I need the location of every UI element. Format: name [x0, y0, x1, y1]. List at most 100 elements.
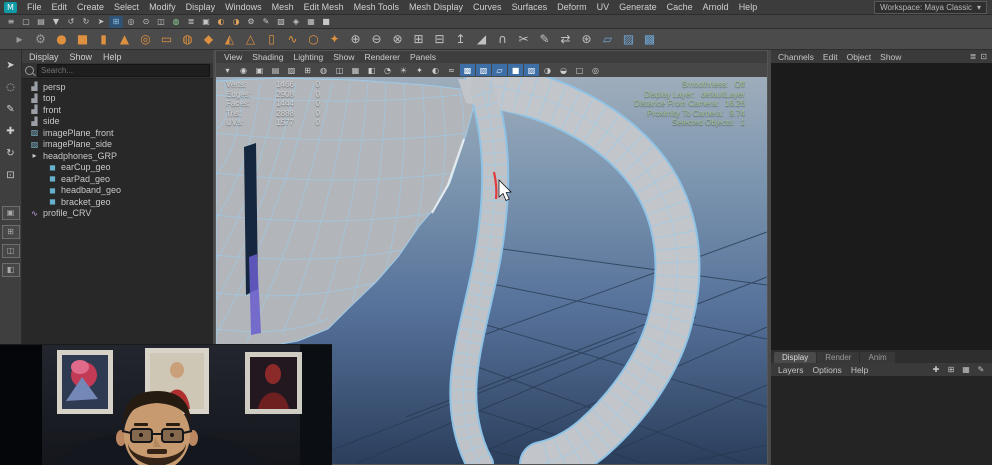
layout-four-pane[interactable]: ⊞	[1, 225, 20, 239]
layout-two-pane[interactable]: ◫	[1, 244, 20, 258]
hypershade-icon[interactable]: ◈	[289, 16, 303, 28]
render-settings-icon[interactable]: ⚙	[244, 16, 258, 28]
wireframe-on-shaded-icon[interactable]: ▱	[492, 64, 507, 76]
poly-cone-icon[interactable]: ▲	[115, 30, 134, 48]
menu-item[interactable]: Edit	[47, 2, 73, 12]
ipr-render-icon[interactable]: ◑	[229, 16, 243, 28]
outliner-item-imageplane-side[interactable]: ▨ imagePlane_side	[22, 139, 213, 151]
use-all-lights-icon[interactable]: ◑	[540, 64, 555, 76]
maya-app-icon[interactable]: M	[4, 1, 17, 13]
undo-icon[interactable]: ↺	[64, 16, 78, 28]
poly-cube-icon[interactable]: ■	[73, 30, 92, 48]
poly-torus-icon[interactable]: ◎	[136, 30, 155, 48]
new-empty-layer-button[interactable]: ⊞	[945, 365, 957, 374]
target-weld-icon[interactable]: ⊛	[577, 30, 596, 48]
snap-point-icon[interactable]: ⊙	[139, 16, 153, 28]
layer-tab-display[interactable]: Display	[774, 352, 817, 363]
open-scene-icon[interactable]: ▤	[34, 16, 48, 28]
outliner-item-side[interactable]: ▟ side	[22, 116, 213, 128]
textured-icon[interactable]: ▨	[524, 64, 539, 76]
image-plane-icon[interactable]: ▨	[284, 64, 299, 76]
lighting-icon[interactable]: ☀	[396, 64, 411, 76]
layer-tab-anim[interactable]: Anim	[860, 352, 895, 363]
new-layer-from-selected-button[interactable]: ▦	[960, 365, 972, 374]
menu-item[interactable]: Edit Mesh	[299, 2, 349, 12]
boolean-difference-icon[interactable]: ⊖	[367, 30, 386, 48]
menu-item[interactable]: UV	[592, 2, 615, 12]
outliner-item-bracket-geo[interactable]: ◼ bracket_geo	[22, 196, 213, 208]
paint-select-tool[interactable]: ✎	[3, 102, 19, 117]
bookmarks-icon[interactable]: ▤	[268, 64, 283, 76]
construction-history-icon[interactable]: ≣	[184, 16, 198, 28]
menu-item[interactable]: Mesh	[267, 2, 299, 12]
xray-icon[interactable]: □	[572, 64, 587, 76]
shelf-tab-left-icon[interactable]: ▸	[10, 30, 29, 48]
poly-plane-icon[interactable]: ▭	[157, 30, 176, 48]
smooth-shade-icon[interactable]: ■	[508, 64, 523, 76]
viewport-menu[interactable]: Show	[333, 52, 354, 62]
lock-camera-icon[interactable]: ◉	[236, 64, 251, 76]
separate-icon[interactable]: ⊟	[430, 30, 449, 48]
select-tool[interactable]: ➤	[3, 58, 19, 73]
channel-box-menu[interactable]: Edit	[823, 52, 838, 62]
poly-prism-icon[interactable]: △	[241, 30, 260, 48]
viewport-menu[interactable]: Shading	[252, 52, 283, 62]
move-layer-up-button[interactable]: ✚	[930, 365, 942, 374]
combine-icon[interactable]: ⊞	[409, 30, 428, 48]
menu-item[interactable]: Arnold	[698, 2, 734, 12]
resolution-gate-icon[interactable]: ◧	[364, 64, 379, 76]
outliner-menu[interactable]: Display	[29, 52, 59, 62]
planar-uv-icon[interactable]: ▱	[598, 30, 617, 48]
poly-superellipse-icon[interactable]: ✦	[325, 30, 344, 48]
xray-toggle-icon[interactable]: ▧	[274, 16, 288, 28]
outliner-search-input[interactable]	[37, 64, 210, 77]
snap-grid-icon[interactable]: ⊞	[109, 15, 123, 28]
menu-item[interactable]: Generate	[614, 2, 662, 12]
lasso-tool[interactable]: ◌	[3, 80, 19, 95]
layout-outliner-persp[interactable]: ◧	[1, 263, 20, 277]
layer-list[interactable]	[771, 376, 992, 465]
auto-uv-icon[interactable]: ▨	[619, 30, 638, 48]
menu-item[interactable]: Select	[109, 2, 144, 12]
paint-effects-icon[interactable]: ✎	[259, 16, 273, 28]
render-current-frame-icon[interactable]: ◐	[214, 16, 228, 28]
menu-item[interactable]: Display	[181, 2, 221, 12]
quad-draw-icon[interactable]: ✎	[535, 30, 554, 48]
poly-helix-icon[interactable]: ∿	[283, 30, 302, 48]
menu-set-selector-icon[interactable]: ≡	[4, 16, 18, 28]
render-view-icon[interactable]: ▣	[199, 16, 213, 28]
camera-attributes-icon[interactable]: ▣	[252, 64, 267, 76]
move-tool[interactable]: ✚	[3, 124, 19, 139]
bridge-icon[interactable]: ∩	[493, 30, 512, 48]
snap-plane-icon[interactable]: ◫	[154, 16, 168, 28]
outliner-item-top[interactable]: ▟ top	[22, 93, 213, 105]
multi-cut-icon[interactable]: ✂	[514, 30, 533, 48]
outliner-item-profile-crv[interactable]: ∿ profile_CRV	[22, 208, 213, 220]
extrude-icon[interactable]: ↥	[451, 30, 470, 48]
channel-box-body[interactable]	[771, 63, 992, 350]
outliner-item-front[interactable]: ▟ front	[22, 104, 213, 116]
menu-item[interactable]: Windows	[220, 2, 267, 12]
isolate-select-icon[interactable]: ◎	[588, 64, 603, 76]
oversampling-icon[interactable]: ◍	[316, 64, 331, 76]
menu-item[interactable]: Mesh Tools	[349, 2, 404, 12]
make-live-icon[interactable]: ◍	[169, 16, 183, 28]
save-scene-icon[interactable]: ▼	[49, 16, 63, 28]
channel-box-menu[interactable]: Object	[847, 52, 872, 62]
shaded-display-icon[interactable]: ■	[319, 16, 333, 28]
poly-disc-icon[interactable]: ◍	[178, 30, 197, 48]
redo-icon[interactable]: ↻	[79, 16, 93, 28]
shadows-toggle-icon[interactable]: ◒	[556, 64, 571, 76]
outliner-item-imageplane-front[interactable]: ▨ imagePlane_front	[22, 127, 213, 139]
channel-manip-icon[interactable]: ⊡	[980, 52, 987, 61]
outliner-item-earpad-geo[interactable]: ◼ earPad_geo	[22, 173, 213, 185]
multisample-icon[interactable]: ▩	[460, 64, 475, 76]
menu-item[interactable]: Curves	[468, 2, 507, 12]
menu-item[interactable]: Deform	[552, 2, 592, 12]
poly-platonic-icon[interactable]: ◆	[199, 30, 218, 48]
outliner-menu[interactable]: Help	[103, 52, 122, 62]
channel-box-menu[interactable]: Channels	[778, 52, 814, 62]
bevel-icon[interactable]: ◢	[472, 30, 491, 48]
snap-curve-icon[interactable]: ◎	[124, 16, 138, 28]
layer-editor-menu[interactable]: Help	[851, 365, 868, 375]
